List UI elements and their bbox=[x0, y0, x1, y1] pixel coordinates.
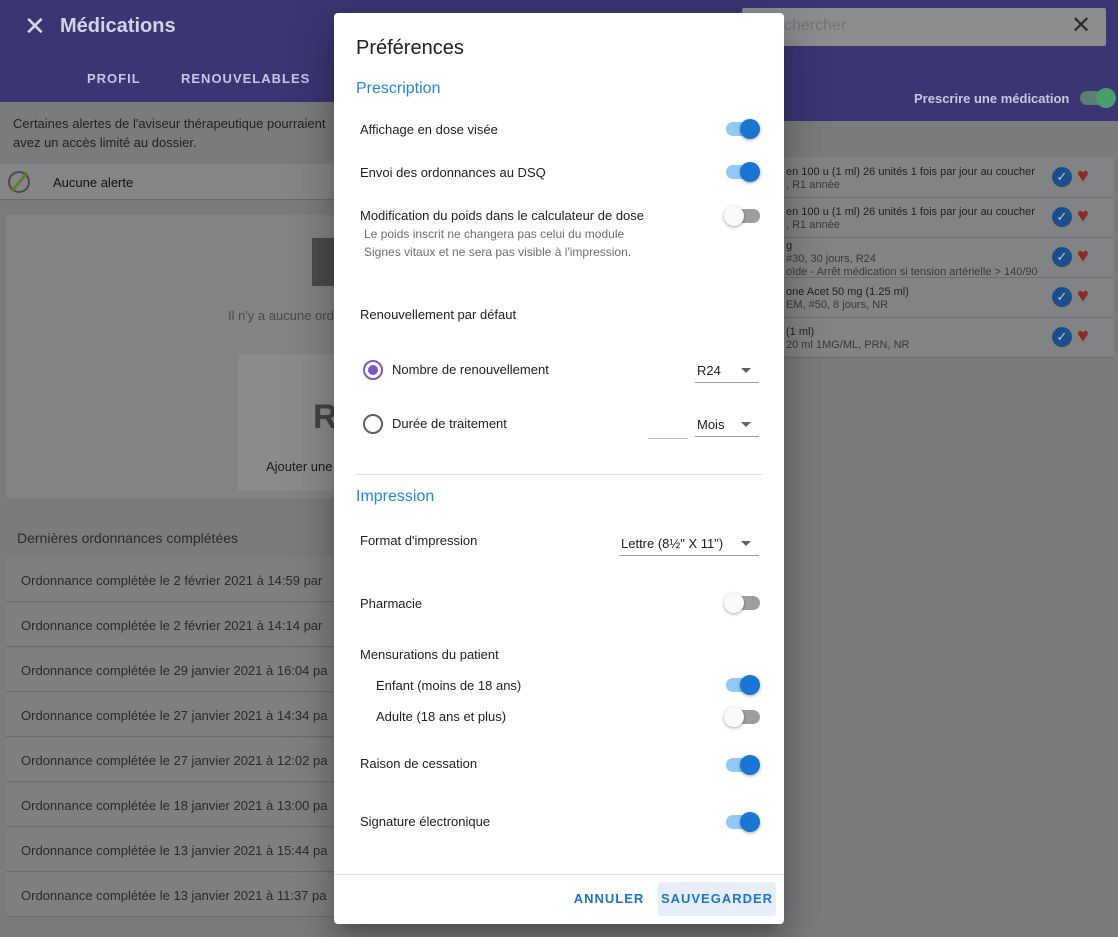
close-icon[interactable]: ✕ bbox=[24, 13, 48, 39]
prescribe-medication-label: Prescrire une médication bbox=[914, 91, 1070, 106]
completed-row[interactable]: Ordonnance complétée le 27 janvier 2021 … bbox=[6, 693, 336, 737]
renewal-count-select[interactable]: R24 bbox=[695, 357, 759, 383]
check-icon[interactable]: ✓ bbox=[1052, 247, 1072, 267]
completed-row[interactable]: Ordonnance complétée le 29 janvier 2021 … bbox=[6, 648, 336, 692]
toggle-thumb bbox=[724, 593, 744, 613]
treatment-duration-input[interactable] bbox=[648, 423, 688, 439]
toggle-thumb bbox=[740, 812, 760, 832]
dsq-toggle[interactable] bbox=[726, 162, 760, 182]
search-clear-icon[interactable]: ✕ bbox=[1071, 14, 1091, 38]
measurements-title: Mensurations du patient bbox=[360, 647, 499, 662]
child-label: Enfant (moins de 18 ans) bbox=[376, 678, 522, 693]
toggle-thumb bbox=[740, 162, 760, 182]
signature-toggle[interactable] bbox=[726, 812, 760, 832]
treatment-duration-label: Durée de traitement bbox=[392, 416, 507, 431]
med-note: oïde - Arrêt médication si tension artér… bbox=[786, 266, 1038, 278]
empty-prescriptions-text: Il n'y a aucune ord bbox=[228, 308, 334, 323]
dialog-title: Préférences bbox=[356, 37, 464, 59]
tab-renouvelables[interactable]: RENOUVELABLES bbox=[181, 71, 310, 86]
print-format-value: Lettre (8½" X 11") bbox=[621, 536, 724, 551]
toggle-thumb bbox=[724, 707, 744, 727]
dose-display-toggle[interactable] bbox=[726, 119, 760, 139]
completed-row[interactable]: Ordonnance complétée le 2 février 2021 à… bbox=[6, 558, 336, 602]
dsq-label: Envoi des ordonnances au DSQ bbox=[360, 165, 546, 180]
treatment-duration-radio[interactable] bbox=[363, 414, 383, 434]
weight-mod-toggle[interactable] bbox=[724, 206, 760, 226]
renewal-count-value: R24 bbox=[697, 363, 721, 378]
print-format-label: Format d'impression bbox=[360, 533, 478, 548]
heart-icon[interactable]: ♥ bbox=[1077, 286, 1089, 306]
check-icon[interactable]: ✓ bbox=[1052, 167, 1072, 187]
completed-row[interactable]: Ordonnance complétée le 13 janvier 2021 … bbox=[6, 873, 336, 917]
cessation-label: Raison de cessation bbox=[360, 756, 478, 771]
section-title-prescription: Prescription bbox=[356, 80, 441, 97]
section-title-impression: Impression bbox=[356, 488, 435, 505]
renewal-count-radio[interactable] bbox=[363, 360, 383, 380]
no-alert-icon bbox=[8, 171, 30, 193]
cessation-toggle[interactable] bbox=[726, 755, 760, 775]
pharmacy-label: Pharmacie bbox=[360, 596, 423, 611]
alert-row[interactable]: Aucune alerte bbox=[0, 164, 340, 200]
child-toggle[interactable] bbox=[726, 675, 760, 695]
toggle-thumb bbox=[740, 119, 760, 139]
heart-icon[interactable]: ♥ bbox=[1077, 166, 1089, 186]
check-icon[interactable]: ✓ bbox=[1052, 327, 1072, 347]
heart-icon[interactable]: ♥ bbox=[1077, 246, 1089, 266]
chevron-down-icon bbox=[741, 541, 751, 546]
adult-toggle[interactable] bbox=[724, 707, 760, 727]
toggle-thumb bbox=[740, 755, 760, 775]
dose-display-label: Affichage en dose visée bbox=[360, 122, 498, 137]
completed-row[interactable]: Ordonnance complétée le 18 janvier 2021 … bbox=[6, 783, 336, 827]
treatment-unit-select[interactable]: Mois bbox=[695, 411, 759, 437]
add-prescription-label: Ajouter une bbox=[266, 459, 333, 474]
cancel-button[interactable]: ANNULER bbox=[570, 882, 648, 916]
weight-mod-helper: Le poids inscrit ne changera pas celui d… bbox=[364, 227, 632, 259]
adult-label: Adulte (18 ans et plus) bbox=[376, 709, 507, 724]
completed-row[interactable]: Ordonnance complétée le 2 février 2021 à… bbox=[6, 603, 336, 647]
toggle-thumb bbox=[740, 675, 760, 695]
pharmacy-toggle[interactable] bbox=[724, 593, 760, 613]
check-icon[interactable]: ✓ bbox=[1052, 207, 1072, 227]
tab-profil[interactable]: PROFIL bbox=[87, 71, 141, 86]
prescribe-medication-toggle[interactable] bbox=[1080, 88, 1116, 108]
renewal-default-title: Renouvellement par défaut bbox=[360, 307, 517, 322]
signature-label: Signature électronique bbox=[360, 814, 491, 829]
chevron-down-icon bbox=[741, 422, 751, 427]
alert-row-label: Aucune alerte bbox=[53, 175, 134, 190]
chevron-down-icon bbox=[741, 368, 751, 373]
print-format-select[interactable]: Lettre (8½" X 11") bbox=[619, 530, 759, 556]
section-divider bbox=[356, 474, 762, 475]
page-title: Médications bbox=[60, 15, 176, 37]
toggle-thumb bbox=[724, 206, 744, 226]
search-input[interactable] bbox=[784, 17, 1044, 35]
heart-icon[interactable]: ♥ bbox=[1077, 326, 1089, 346]
footer-divider bbox=[334, 874, 784, 875]
preferences-dialog: Préférences Prescription Affichage en do… bbox=[334, 13, 784, 924]
weight-mod-label: Modification du poids dans le calculateu… bbox=[360, 208, 645, 223]
renewal-count-label: Nombre de renouvellement bbox=[392, 362, 549, 377]
completed-prescriptions-title: Dernières ordonnances complétées bbox=[17, 530, 239, 546]
treatment-unit-value: Mois bbox=[697, 417, 725, 432]
alert-notice: Certaines alertes de l'aviseur thérapeut… bbox=[13, 116, 326, 150]
completed-row[interactable]: Ordonnance complétée le 27 janvier 2021 … bbox=[6, 738, 336, 782]
check-icon[interactable]: ✓ bbox=[1052, 287, 1072, 307]
heart-icon[interactable]: ♥ bbox=[1077, 206, 1089, 226]
save-button[interactable]: SAUVEGARDER bbox=[658, 882, 776, 916]
completed-row[interactable]: Ordonnance complétée le 13 janvier 2021 … bbox=[6, 828, 336, 872]
